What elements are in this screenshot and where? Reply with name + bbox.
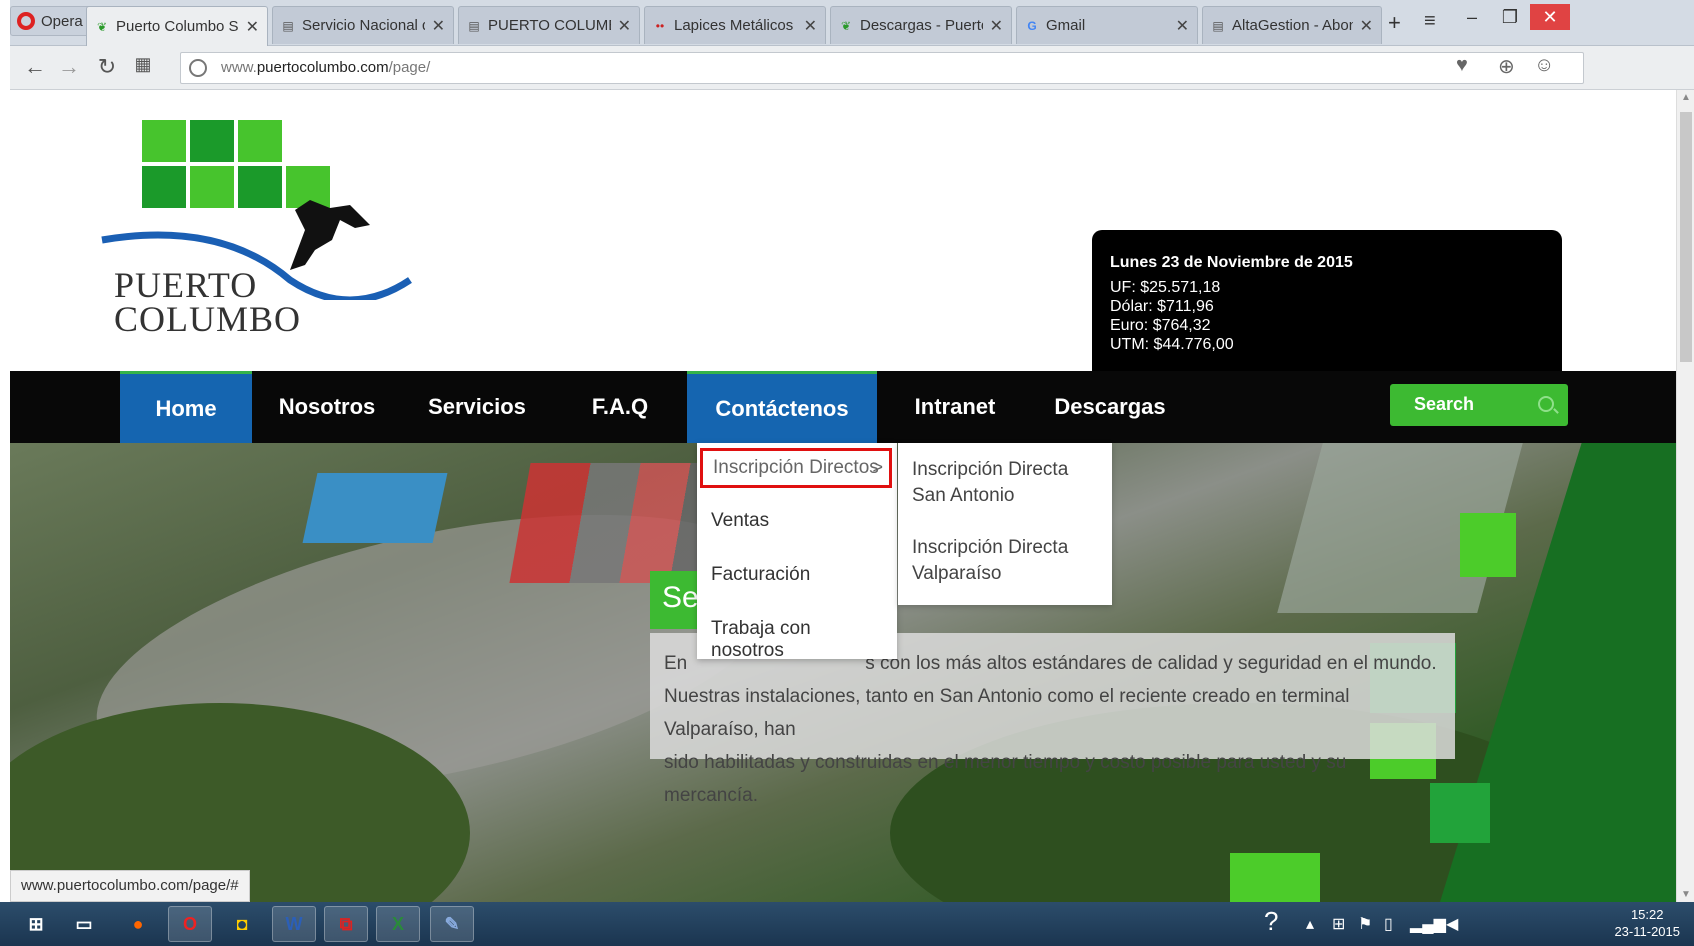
green-decoration xyxy=(1460,513,1516,577)
url-text: www.puertocolumbo.com/page/ xyxy=(221,59,431,76)
outlook-icon[interactable]: ◘ xyxy=(220,906,264,942)
nav-nosotros[interactable]: Nosotros xyxy=(262,371,392,443)
device-icon[interactable]: ▯ xyxy=(1384,914,1393,934)
windows-tray-icon[interactable]: ⊞ xyxy=(1332,914,1345,934)
contactenos-dropdown: Inscripción Directos > Ventas Facturació… xyxy=(697,443,897,661)
close-tab-icon[interactable]: ✕ xyxy=(1360,16,1373,36)
file-explorer-icon[interactable]: ▭ xyxy=(62,906,106,942)
heart-icon[interactable]: ♥ xyxy=(1456,54,1468,77)
firefox-icon[interactable]: ● xyxy=(116,906,160,942)
logo-text: PUERTO COLUMBO xyxy=(114,265,302,339)
document-favicon-icon: ▤ xyxy=(468,18,480,33)
tab-puerto-columbo-doc[interactable]: ▤ PUERTO COLUMBO ✕ xyxy=(458,6,640,44)
url-field[interactable]: www.puertocolumbo.com/page/ xyxy=(180,52,1584,84)
euro-value: Euro: $764,32 xyxy=(1110,317,1211,334)
uf-value: UF: $25.571,18 xyxy=(1110,279,1221,296)
minimize-icon[interactable]: – xyxy=(1452,4,1492,30)
vertical-scrollbar[interactable]: ▲ ▼ xyxy=(1676,90,1694,902)
document-favicon-icon: ▤ xyxy=(282,18,294,33)
opera-taskbar-icon[interactable]: O xyxy=(168,906,212,942)
submenu-item-valparaiso[interactable]: Inscripción Directa Valparaíso xyxy=(912,535,1102,587)
address-bar: ← → ↻ ▦ www.puertocolumbo.com/page/ ♥ ⊕ … xyxy=(10,46,1694,90)
close-tab-icon[interactable]: ✕ xyxy=(618,16,631,36)
dots-favicon-icon: •• xyxy=(655,18,665,33)
close-tab-icon[interactable]: ✕ xyxy=(246,17,259,37)
windows-start-icon[interactable]: ⊞ xyxy=(14,906,58,942)
dropdown-item-facturacion[interactable]: Facturación xyxy=(697,555,897,595)
tab-lapices-metalicos[interactable]: •• Lapices Metálicos | I ✕ xyxy=(644,6,826,44)
leaf-favicon-icon: ❦ xyxy=(840,18,852,33)
back-arrow-icon[interactable]: ← xyxy=(22,54,48,80)
scroll-down-icon[interactable]: ▼ xyxy=(1680,889,1692,900)
opera-label: Opera xyxy=(41,12,83,30)
ticker-date: Lunes 23 de Noviembre de 2015 xyxy=(1110,254,1353,271)
nav-contactenos[interactable]: Contáctenos xyxy=(687,371,877,443)
opera-logo-icon xyxy=(17,12,35,30)
tab-bar: Opera ❦ Puerto Columbo S.A ✕ ▤ Servicio … xyxy=(10,0,1694,46)
speed-dial-grid-icon[interactable]: ▦ xyxy=(130,54,156,75)
opera-menu-button[interactable]: Opera xyxy=(10,6,92,36)
restore-icon[interactable]: ❐ xyxy=(1490,4,1530,30)
account-icon[interactable]: ☺ xyxy=(1534,54,1554,77)
green-decoration xyxy=(1230,853,1320,902)
dropdown-item-inscripcion-directos[interactable]: Inscripción Directos > xyxy=(700,448,892,488)
nav-descargas[interactable]: Descargas xyxy=(1040,371,1180,443)
document-favicon-icon: ▤ xyxy=(1212,18,1224,33)
new-tab-plus-icon[interactable]: + xyxy=(1388,10,1401,36)
logo-square xyxy=(238,120,282,162)
chevron-right-icon: > xyxy=(872,457,883,477)
tab-altagestion[interactable]: ▤ AltaGestion - Abon ✕ xyxy=(1202,6,1382,44)
nav-servicios[interactable]: Servicios xyxy=(410,371,544,443)
scroll-up-icon[interactable]: ▲ xyxy=(1680,92,1692,103)
logo-square xyxy=(142,120,186,162)
word-icon[interactable]: W xyxy=(272,906,316,942)
tab-gmail[interactable]: G Gmail ✕ xyxy=(1016,6,1198,44)
paint-icon[interactable]: ✎ xyxy=(430,906,474,942)
tab-servicio-nacional[interactable]: ▤ Servicio Nacional de ✕ xyxy=(272,6,454,44)
google-favicon-icon: G xyxy=(1027,18,1037,33)
windows-taskbar: ⊞ ▭ ● O ◘ W ⧉ X ✎ ? ▴ ⊞ ⚑ ▯ ▂▄▆ ◀ 15:22 … xyxy=(0,902,1694,946)
forward-arrow-icon[interactable]: → xyxy=(56,54,82,80)
taskbar-clock[interactable]: 15:22 23-11-2015 xyxy=(1614,906,1680,940)
dropdown-item-ventas[interactable]: Ventas xyxy=(697,501,897,541)
tab-puerto-columbo[interactable]: ❦ Puerto Columbo S.A ✕ xyxy=(86,6,268,46)
dolar-value: Dólar: $711,96 xyxy=(1110,298,1214,315)
download-icon[interactable]: ⊕ xyxy=(1498,54,1515,79)
dropdown-item-trabaja[interactable]: Trabaja con nosotros xyxy=(697,609,897,661)
network-signal-icon[interactable]: ▂▄▆ xyxy=(1410,914,1446,934)
reload-icon[interactable]: ↻ xyxy=(94,54,120,80)
tray-expand-icon[interactable]: ▴ xyxy=(1306,914,1314,934)
site-info-globe-icon[interactable] xyxy=(189,59,207,77)
submenu-item-san-antonio[interactable]: Inscripción Directa San Antonio xyxy=(912,457,1102,509)
puerto-columbo-logo[interactable]: PUERTO COLUMBO xyxy=(100,120,450,337)
excel-icon[interactable]: X xyxy=(376,906,420,942)
currency-ticker: Lunes 23 de Noviembre de 2015 UF: $25.57… xyxy=(1092,230,1562,372)
search-icon[interactable] xyxy=(1538,396,1554,412)
close-window-icon[interactable]: ✕ xyxy=(1530,4,1570,30)
hero-photo-shed xyxy=(302,473,448,543)
tab-menu-icon[interactable]: ≡ xyxy=(1424,10,1436,33)
help-icon[interactable]: ? xyxy=(1264,906,1278,937)
nav-home[interactable]: Home xyxy=(120,371,252,443)
close-tab-icon[interactable]: ✕ xyxy=(804,16,817,36)
pdf-icon[interactable]: ⧉ xyxy=(324,906,368,942)
search-input[interactable]: Search xyxy=(1390,384,1568,426)
leaf-favicon-icon: ❦ xyxy=(96,19,108,34)
close-tab-icon[interactable]: ✕ xyxy=(1176,16,1189,36)
close-tab-icon[interactable]: ✕ xyxy=(432,16,445,36)
scroll-thumb[interactable] xyxy=(1680,112,1692,362)
web-page: PUERTO COLUMBO Lunes 23 de Noviembre de … xyxy=(10,90,1676,902)
status-bar-url: www.puertocolumbo.com/page/# xyxy=(10,870,250,902)
nav-faq[interactable]: F.A.Q xyxy=(570,371,670,443)
logo-square xyxy=(190,120,234,162)
browser-chrome: Opera ❦ Puerto Columbo S.A ✕ ▤ Servicio … xyxy=(10,0,1694,90)
inscripcion-submenu: Inscripción Directa San Antonio Inscripc… xyxy=(898,443,1112,605)
close-tab-icon[interactable]: ✕ xyxy=(990,16,1003,36)
main-nav: Home Nosotros Servicios F.A.Q Contácteno… xyxy=(10,371,1676,443)
volume-icon[interactable]: ◀ xyxy=(1446,914,1458,934)
flag-icon[interactable]: ⚑ xyxy=(1358,914,1372,934)
nav-intranet[interactable]: Intranet xyxy=(890,371,1020,443)
utm-value: UTM: $44.776,00 xyxy=(1110,336,1234,353)
tab-descargas[interactable]: ❦ Descargas - Puerto ✕ xyxy=(830,6,1012,44)
